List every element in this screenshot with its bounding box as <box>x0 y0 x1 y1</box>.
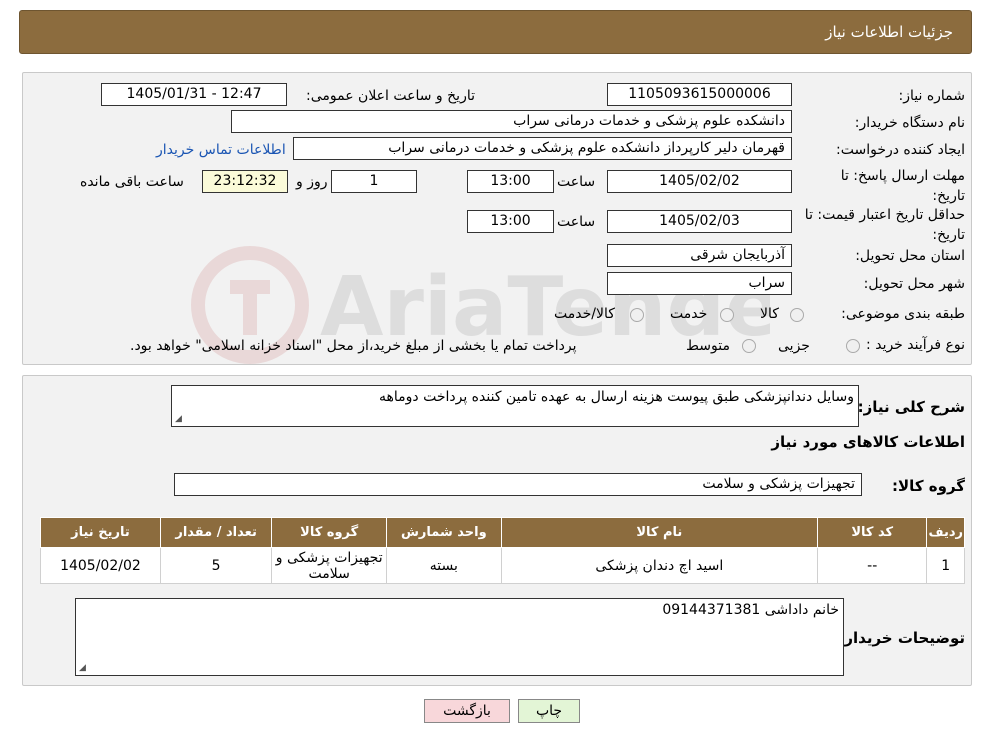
province-label: استان محل تحویل: <box>855 248 965 264</box>
need-number-field: 1105093615000006 <box>607 83 792 106</box>
validity-time-field: 13:00 <box>467 210 554 233</box>
cell-name: اسید اچ دندان پزشکی <box>500 547 818 584</box>
city-field: سراب <box>607 272 792 295</box>
deadline-time-field: 13:00 <box>467 170 554 193</box>
buyer-org-label: نام دستگاه خریدار: <box>854 115 965 131</box>
cell-code: -- <box>816 547 928 584</box>
buyer-notes-label: توضیحات خریدار: <box>838 629 965 647</box>
deadline-date-field: 1405/02/02 <box>607 170 792 193</box>
table-row: 1 -- اسید اچ دندان پزشکی بسته تجهیزات پز… <box>40 547 965 584</box>
cell-unit: بسته <box>386 547 502 584</box>
resize-grip-icon[interactable]: ◢ <box>175 414 182 424</box>
cell-qty: 5 <box>159 547 273 584</box>
category-option-goods-service: کالا/خدمت <box>554 306 615 322</box>
buyer-notes-textarea[interactable]: خانم داداشی 09144371381 ◢ <box>75 598 844 676</box>
process-note: پرداخت تمام یا بخشی از مبلغ خرید،از محل … <box>130 338 577 354</box>
th-code: کد کالا <box>816 517 928 548</box>
deadline-label: مهلت ارسال پاسخ: تا تاریخ: <box>840 168 965 204</box>
th-date: تاریخ نیاز <box>40 517 161 548</box>
requester-field: قهرمان دلیر کارپرداز دانشکده علوم پزشکی … <box>293 137 792 160</box>
th-unit: واحد شمارش <box>386 517 502 548</box>
summary-text: وسایل دندانپزشکی طبق پیوست هزینه ارسال ب… <box>378 389 854 405</box>
buyer-org-field: دانشکده علوم پزشکی و خدمات درمانی سراب <box>231 110 792 133</box>
process-radio-minor[interactable] <box>846 339 860 353</box>
th-qty: تعداد / مقدار <box>159 517 273 548</box>
th-row: ردیف <box>926 517 965 548</box>
process-option-medium: متوسط <box>686 338 730 354</box>
back-button[interactable]: بازگشت <box>424 699 510 723</box>
cell-group: تجهیزات پزشکی و سلامت <box>271 547 387 584</box>
days-label: روز و <box>296 174 328 190</box>
goods-info-title: اطلاعات کالاهای مورد نیاز <box>771 433 965 451</box>
validity-date-field: 1405/02/03 <box>607 210 792 233</box>
announce-label: تاریخ و ساعت اعلان عمومی: <box>306 88 475 104</box>
province-field: آذربایجان شرقی <box>607 244 792 267</box>
page-header: جزئیات اطلاعات نیاز <box>19 10 972 54</box>
summary-label: شرح کلی نیاز: <box>857 398 965 416</box>
th-name: نام کالا <box>500 517 818 548</box>
table-header-row: ردیف کد کالا نام کالا واحد شمارش گروه کا… <box>40 517 965 548</box>
city-label: شهر محل تحویل: <box>863 276 965 292</box>
validity-label: حداقل تاریخ اعتبار قیمت: تا تاریخ: <box>804 207 965 243</box>
remaining-time-field: 23:12:32 <box>202 170 288 193</box>
days-field: 1 <box>331 170 417 193</box>
category-label: طبقه بندی موضوعی: <box>841 306 965 322</box>
th-group: گروه کالا <box>271 517 387 548</box>
process-option-minor: جزیی <box>778 338 810 354</box>
goods-group-field: تجهیزات پزشکی و سلامت <box>174 473 862 496</box>
requester-label: ایجاد کننده درخواست: <box>836 142 965 158</box>
need-number-label: شماره نیاز: <box>898 88 966 104</box>
cell-row: 1 <box>926 547 965 584</box>
validity-time-label: ساعت <box>557 214 596 230</box>
remaining-label: ساعت باقی مانده <box>80 174 184 190</box>
buyer-notes-text: خانم داداشی 09144371381 <box>662 602 839 618</box>
contact-info-link[interactable]: اطلاعات تماس خریدار <box>156 142 286 158</box>
print-button[interactable]: چاپ <box>518 699 580 723</box>
cell-date: 1405/02/02 <box>40 547 161 584</box>
category-option-service: خدمت <box>670 306 708 322</box>
deadline-time-label: ساعت <box>557 174 596 190</box>
goods-group-label: گروه کالا: <box>892 477 965 495</box>
category-radio-goods-service[interactable] <box>630 308 644 322</box>
category-radio-goods[interactable] <box>790 308 804 322</box>
process-label: نوع فرآیند خرید : <box>866 337 965 353</box>
process-radio-medium[interactable] <box>742 339 756 353</box>
resize-grip-icon[interactable]: ◢ <box>79 663 86 673</box>
category-radio-service[interactable] <box>720 308 734 322</box>
announce-field: 1405/01/31 - 12:47 <box>101 83 287 106</box>
page-title: جزئیات اطلاعات نیاز <box>825 23 953 41</box>
items-table: ردیف کد کالا نام کالا واحد شمارش گروه کا… <box>40 517 965 584</box>
summary-textarea[interactable]: وسایل دندانپزشکی طبق پیوست هزینه ارسال ب… <box>171 385 859 427</box>
category-option-goods: کالا <box>760 306 779 322</box>
